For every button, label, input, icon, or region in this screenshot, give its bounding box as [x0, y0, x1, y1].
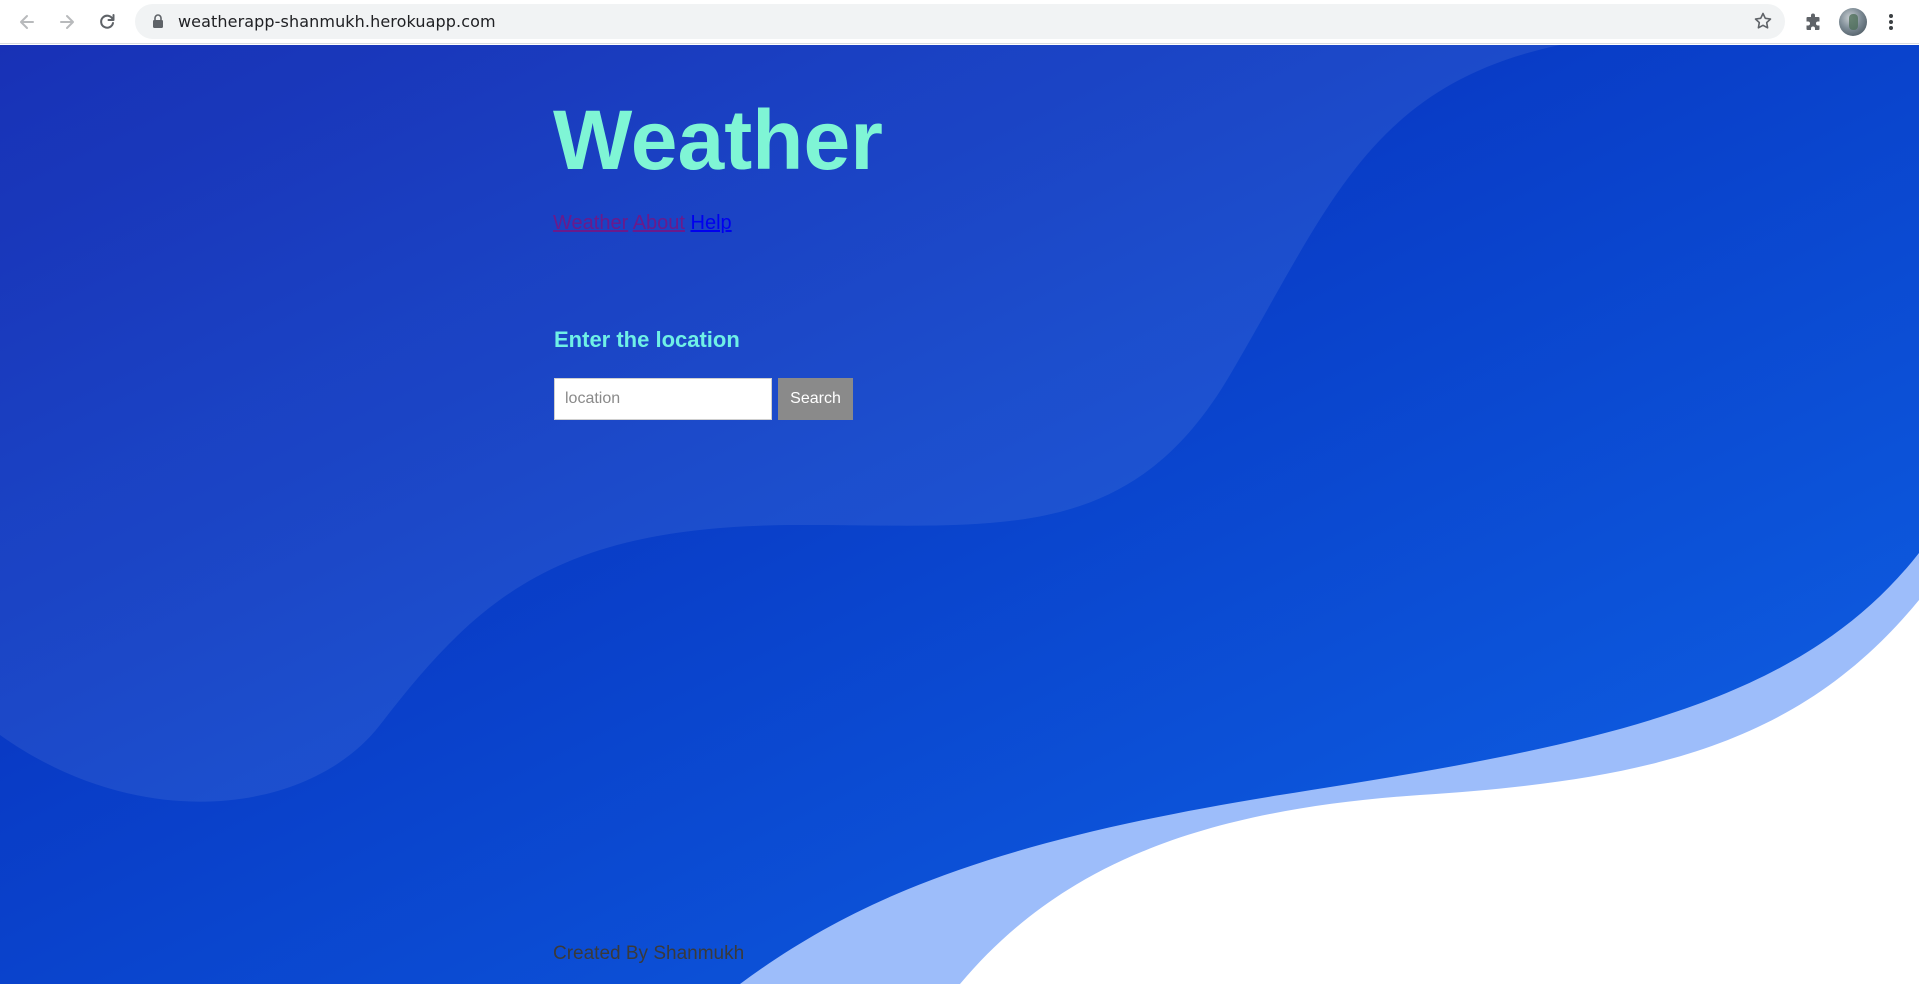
browser-toolbar: weatherapp-shanmukh.herokuapp.com	[0, 0, 1919, 44]
profile-avatar[interactable]	[1839, 8, 1867, 36]
footer-credit: Created By Shanmukh	[553, 943, 745, 964]
location-prompt: Enter the location	[554, 327, 740, 352]
star-icon[interactable]	[1753, 11, 1773, 36]
nav-link-weather[interactable]: Weather	[553, 212, 628, 234]
nav-link-about[interactable]: About	[633, 212, 685, 234]
puzzle-extension-icon[interactable]	[1799, 8, 1827, 36]
reload-icon[interactable]	[93, 8, 121, 36]
back-arrow-icon[interactable]	[13, 8, 41, 36]
url-text[interactable]: weatherapp-shanmukh.herokuapp.com	[178, 12, 496, 31]
page-title: Weather	[553, 93, 883, 187]
search-button[interactable]: Search	[778, 378, 853, 420]
lock-icon[interactable]	[152, 14, 164, 34]
address-bar[interactable]: weatherapp-shanmukh.herokuapp.com	[135, 4, 1785, 39]
menu-kebab-icon[interactable]	[1877, 8, 1905, 36]
forward-arrow-icon[interactable]	[53, 8, 81, 36]
location-input[interactable]	[554, 378, 772, 420]
wave-background	[0, 45, 1919, 984]
nav-link-help[interactable]: Help	[691, 212, 732, 234]
page-viewport: Weather Weather About Help Enter the loc…	[0, 45, 1919, 984]
nav-links: Weather About Help	[553, 212, 732, 235]
